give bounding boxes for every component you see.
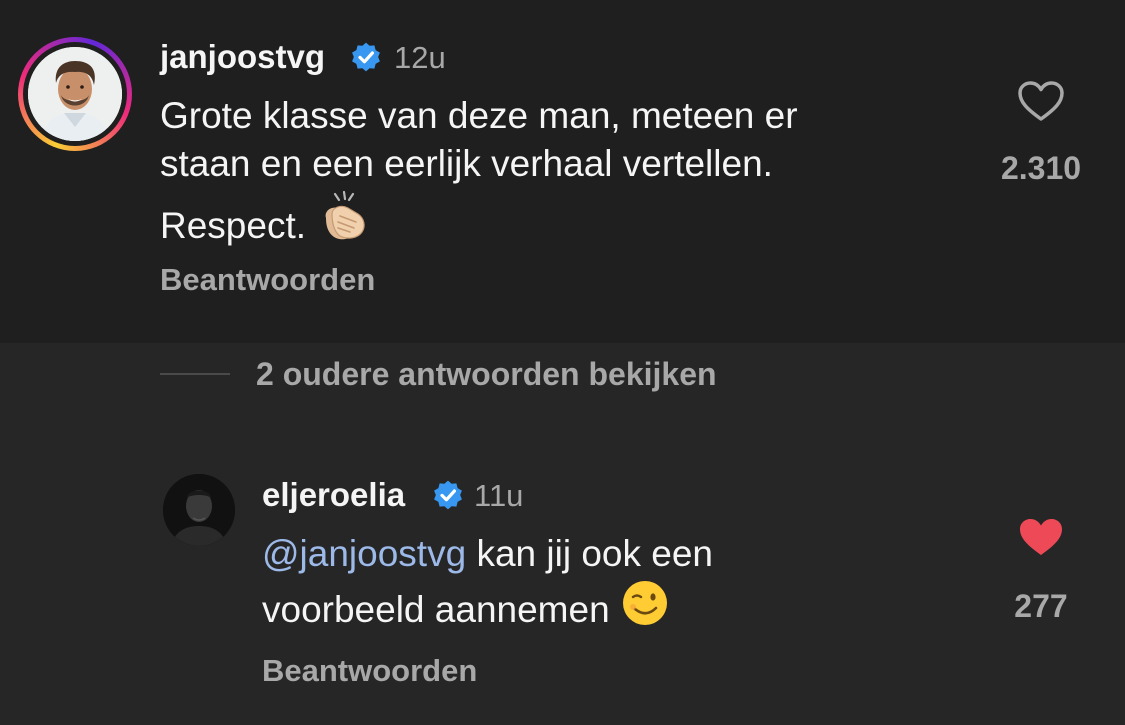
reply-text-line: voorbeeld aannemen [262, 578, 713, 634]
comment-text: Grote klasse van deze man, meteen er sta… [160, 92, 798, 250]
reply-button[interactable]: Beantwoorden [160, 262, 375, 298]
avatar [28, 47, 122, 141]
reply-timestamp: 11u [474, 478, 524, 513]
mention-link[interactable]: @janjoostvg [262, 533, 466, 574]
comment-card: janjoostvg 12u Grote klasse van deze man… [0, 0, 1125, 343]
avatar-portrait-icon [28, 47, 122, 141]
verified-badge-icon [434, 480, 462, 510]
avatar-ring-gap [23, 42, 127, 146]
heart-outline-icon[interactable] [1017, 80, 1065, 122]
avatar-portrait-icon [163, 474, 235, 546]
reply-text-line-2: voorbeeld aannemen [262, 589, 610, 630]
heart-filled-icon[interactable] [1017, 516, 1065, 558]
comment-text-line: staan en een eerlijk verhaal vertellen. [160, 143, 773, 184]
winking-face-emoji-icon [622, 581, 667, 625]
comment-text-line: Grote klasse van deze man, meteen er [160, 95, 798, 136]
view-older-replies-label: 2 oudere antwoorden bekijken [256, 355, 717, 392]
reply-text-line-1: kan jij ook een [476, 533, 713, 574]
comment-text-line: Respect. [160, 188, 798, 250]
verified-badge-icon [352, 42, 380, 72]
story-ring-avatar[interactable] [18, 37, 132, 151]
reply-button[interactable]: Beantwoorden [262, 653, 477, 689]
comment-username[interactable]: janjoostvg [160, 38, 325, 76]
reply-text-line: @janjoostvg kan jij ook een [262, 530, 713, 578]
replies-divider-line [160, 373, 230, 375]
reply-avatar[interactable] [163, 474, 235, 546]
reply-text: @janjoostvg kan jij ook een voorbeeld aa… [262, 530, 713, 634]
view-older-replies-button[interactable]: 2 oudere antwoorden bekijken [160, 350, 717, 398]
reply-username[interactable]: eljeroelia [262, 476, 405, 514]
clapping-hands-emoji-icon [325, 190, 365, 240]
like-count: 277 [1014, 588, 1068, 624]
like-count: 2.310 [1000, 150, 1082, 186]
comment-timestamp: 12u [394, 40, 446, 75]
comment-text-line-3: Respect. [160, 205, 307, 246]
